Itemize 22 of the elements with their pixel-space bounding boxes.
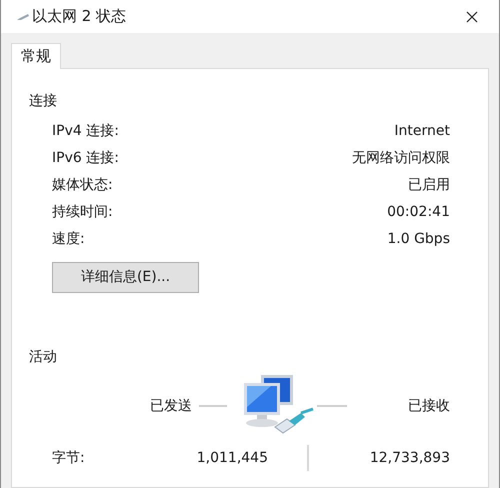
field-value: 1.0 Gbps xyxy=(387,230,450,249)
field-label: 媒体状态: xyxy=(52,176,113,195)
window-title: 以太网 2 状态 xyxy=(32,6,126,28)
field-value: 00:02:41 xyxy=(387,203,450,222)
field-label: IPv4 连接: xyxy=(52,122,119,141)
tab[interactable]: 常规 xyxy=(11,43,61,69)
close-icon[interactable] xyxy=(466,10,478,22)
section-heading: 活动 xyxy=(29,348,58,367)
field-label: 持续时间: xyxy=(52,203,113,222)
field-value: 已启用 xyxy=(408,176,450,195)
field-label: IPv6 连接: xyxy=(52,149,119,168)
field-label: 速度: xyxy=(52,230,85,249)
field-value: 无网络访问权限 xyxy=(352,149,450,168)
field-value: Internet xyxy=(394,122,450,141)
section-heading: 连接 xyxy=(29,92,58,111)
network-cable-icon xyxy=(16,12,30,20)
details-button[interactable]: 详细信息(E)... xyxy=(52,262,199,293)
sent-bytes: 1,011,445 xyxy=(196,448,268,468)
field-label: 字节: xyxy=(52,448,86,468)
received-bytes: 12,733,893 xyxy=(370,448,450,468)
received-label: 已接收 xyxy=(408,396,450,416)
sent-label: 已发送 xyxy=(150,396,192,416)
